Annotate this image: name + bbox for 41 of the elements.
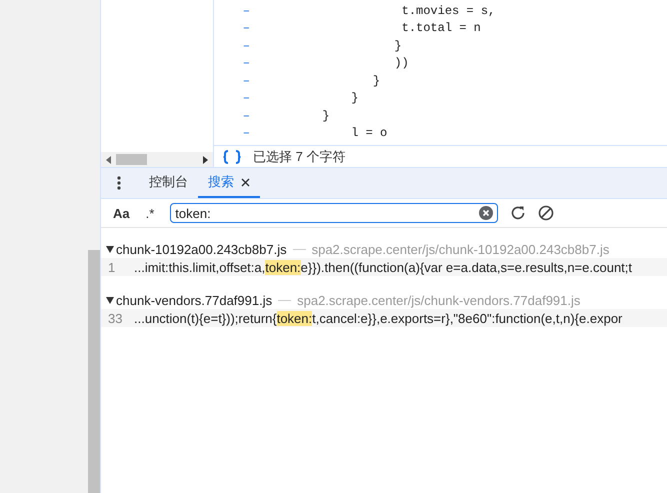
code-line: } — [321, 108, 330, 123]
code-line: } — [393, 38, 402, 53]
horizontal-scrollbar[interactable] — [101, 152, 213, 167]
scrollbar[interactable] — [88, 250, 100, 493]
search-field[interactable]: token: — [170, 203, 498, 223]
drawer-tab[interactable]: 控制台 — [139, 168, 198, 198]
refresh-icon[interactable] — [510, 205, 526, 221]
diff-marker: – — [242, 74, 251, 88]
code-line: t.total = n — [400, 21, 481, 36]
scroll-right-icon[interactable] — [203, 156, 208, 164]
result-file-header[interactable]: chunk-vendors.77daf991.js spa2.scrape.center/js/chunk-vendors.77daf991.js — [101, 291, 667, 309]
scrollbar-thumb[interactable] — [116, 154, 147, 165]
diff-marker: – — [242, 21, 251, 36]
code-line: )) — [393, 56, 409, 70]
close-icon[interactable] — [241, 178, 250, 186]
regex-toggle[interactable]: .* — [142, 206, 158, 220]
diff-marker: – — [242, 126, 251, 140]
diff-marker: – — [242, 56, 251, 70]
code-line: l = o — [350, 126, 388, 140]
match-line[interactable]: ...imit:this.limit,offset:a,token:e}}).then((function(a){var e=a.data,s=e.results,n=e.count;t — [134, 260, 632, 274]
expand-arrow-icon[interactable] — [106, 246, 114, 252]
line-number: 33 — [107, 310, 124, 326]
line-number: 1 — [107, 260, 116, 274]
result-file-header[interactable]: chunk-10192a00.243cb8b7.js spa2.scrape.center/js/chunk-10192a00.243cb8b7.js — [101, 240, 667, 258]
code-line: t.movies = s, — [400, 4, 496, 18]
scroll-left-icon[interactable] — [106, 156, 111, 164]
diff-marker: – — [242, 108, 251, 123]
expand-arrow-icon[interactable] — [106, 296, 114, 304]
clear-icon[interactable] — [479, 206, 494, 220]
drawer-tab[interactable]: 搜索 — [198, 168, 260, 198]
status-text: 已选择 7 个字符 — [253, 148, 346, 166]
match-line[interactable]: ...unction(t){e=t}));return{token:t,cancel:e}},e.exports=r},"8e60":function(e,t,n){e.expor — [134, 310, 622, 326]
diff-marker: – — [242, 4, 251, 18]
clear-results-icon[interactable] — [538, 205, 554, 221]
more-icon[interactable] — [117, 176, 121, 190]
diff-marker: – — [242, 91, 251, 106]
code-line: } — [350, 91, 358, 106]
diff-marker: – — [242, 38, 251, 53]
match-case-toggle[interactable]: Aa — [109, 206, 134, 220]
code-line: } — [372, 74, 380, 88]
braces-icon[interactable] — [223, 150, 241, 164]
